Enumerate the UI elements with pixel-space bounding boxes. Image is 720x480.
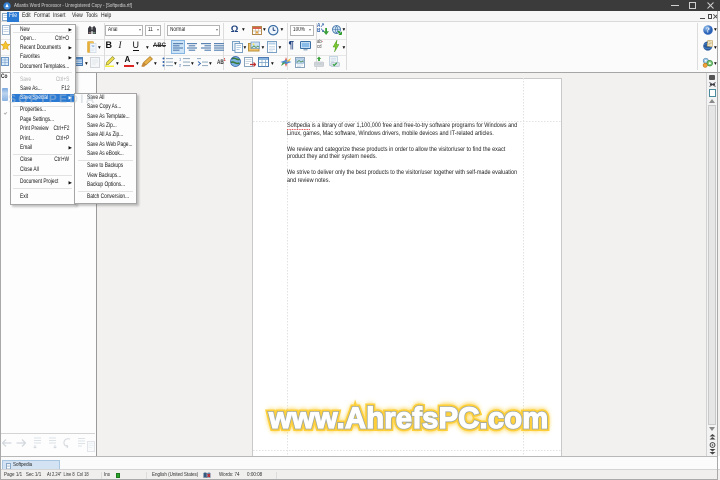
svg-text:1: 1 xyxy=(179,57,182,62)
svg-text:2: 2 xyxy=(179,62,182,67)
svg-text:?: ? xyxy=(706,25,710,34)
